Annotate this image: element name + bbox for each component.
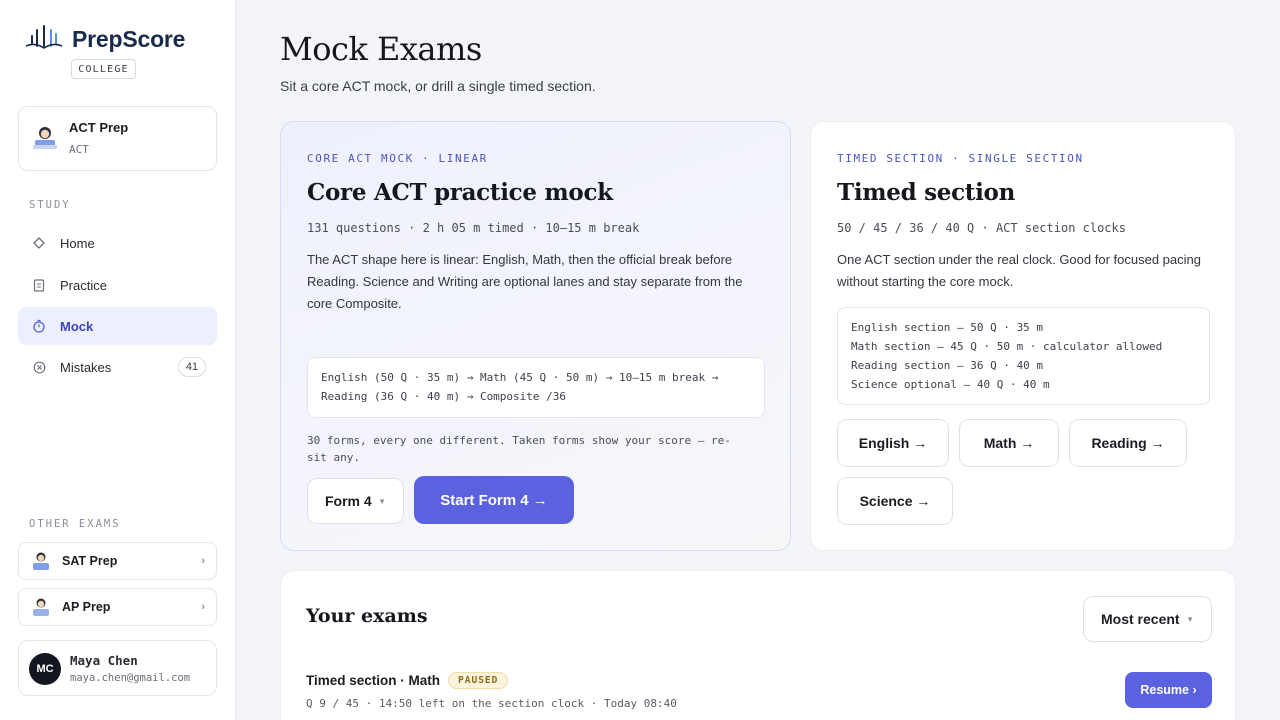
chevron-right-icon: › [201,555,205,567]
student-illustration-icon [33,598,49,616]
timed-section-title: Timed section [837,179,1016,206]
sidebar-item-practice[interactable]: Practice [18,266,217,304]
current-course-card[interactable]: ACT Prep ACT [18,106,217,171]
section-line: Math section — 45 Q · 50 m · calculator … [851,340,1163,353]
diamond-icon [32,236,46,250]
core-mock-eyebrow: CORE ACT MOCK · LINEAR [307,152,488,165]
brand-name: PrepScore [72,25,186,52]
mistakes-count-badge: 41 [178,357,206,377]
section-line: English section — 50 Q · 35 m [851,321,1044,334]
sidebar-item-home[interactable]: Home [18,224,217,262]
resume-button[interactable]: Resume › [1125,672,1212,708]
page-title: Mock Exams [280,30,482,68]
other-exams-section-label: OTHER EXAMS [29,518,121,530]
reading-section-button[interactable]: Reading → [1069,419,1187,467]
other-exam-label: SAT Prep [62,554,118,568]
student-illustration-icon [33,552,49,570]
chevron-down-icon: ▼ [378,496,386,506]
exam-row-meta: Q 9 / 45 · 14:50 left on the section clo… [306,697,677,710]
exam-row-name: Timed section · Math [306,673,441,688]
timed-section-meta: 50 / 45 / 36 / 40 Q · ACT section clocks [837,221,1126,235]
book-logo-icon [25,25,63,49]
x-circle-icon [32,360,46,374]
user-email: maya.chen@gmail.com [70,672,191,684]
stopwatch-icon [32,319,46,333]
english-section-button[interactable]: English → [837,419,949,467]
core-mock-description: The ACT shape here is linear: English, M… [307,252,743,311]
your-exams-card: Your exams Most recent ▼ Timed section ·… [280,570,1236,720]
course-subtitle: ACT [69,143,89,156]
user-name: Maya Chen [70,653,138,668]
user-profile-card[interactable]: MC Maya Chen maya.chen@gmail.com [18,640,217,696]
study-section-label: STUDY [29,199,71,211]
college-badge: COLLEGE [71,59,136,79]
math-section-button[interactable]: Math → [959,419,1059,467]
timed-section-list: English section — 50 Q · 35 m Math secti… [837,307,1210,405]
other-exam-ap-prep[interactable]: AP Prep › [18,588,217,626]
document-icon [32,278,46,292]
sort-select[interactable]: Most recent ▼ [1083,596,1212,642]
sidebar-item-label: Practice [60,277,107,293]
exam-row-title: Timed section · Math PAUSED [306,672,509,689]
other-exam-sat-prep[interactable]: SAT Prep › [18,542,217,580]
section-line: Reading section — 36 Q · 40 m [851,359,1044,372]
core-mock-card: CORE ACT MOCK · LINEAR Core ACT practice… [280,121,791,551]
sort-select-value: Most recent [1101,611,1180,627]
core-mock-meta: 131 questions · 2 h 05 m timed · 10–15 m… [307,221,640,235]
core-mock-flow: English (50 Q · 35 m) → Math (45 Q · 50 … [307,357,765,418]
flow-line: English (50 Q · 35 m) → Math (45 Q · 50 … [321,371,719,384]
status-badge: PAUSED [448,672,509,689]
sidebar-item-mock[interactable]: Mock [18,307,217,345]
course-title: ACT Prep [69,120,129,135]
form-select[interactable]: Form 4 ▼ [307,478,404,524]
student-illustration-icon [33,127,57,149]
sidebar: PrepScore COLLEGE ACT Prep ACT STUDY Hom… [0,0,236,720]
other-exam-label: AP Prep [62,600,111,614]
science-section-button[interactable]: Science → [837,477,953,525]
timed-section-eyebrow: TIMED SECTION · SINGLE SECTION [837,152,1084,165]
forms-note: 30 forms, every one different. Taken for… [307,434,731,464]
flow-line: Reading (36 Q · 40 m) → Composite /36 [321,390,567,403]
sidebar-item-label: Home [60,235,95,251]
section-line: Science optional — 40 Q · 40 m [851,378,1050,391]
start-form-button[interactable]: Start Form 4 → [414,476,574,524]
avatar: MC [29,653,61,685]
chevron-right-icon: › [201,601,205,613]
core-mock-title: Core ACT practice mock [307,179,613,206]
brand-logo[interactable]: PrepScore [24,24,185,54]
sidebar-item-mistakes[interactable]: Mistakes 41 [18,348,217,386]
timed-section-description: One ACT section under the real clock. Go… [837,252,1201,289]
sidebar-item-label: Mistakes [60,359,112,375]
timed-section-card: TIMED SECTION · SINGLE SECTION Timed sec… [810,121,1236,551]
page-subtitle: Sit a core ACT mock, or drill a single t… [280,78,596,94]
your-exams-title: Your exams [306,605,428,627]
chevron-down-icon: ▼ [1186,614,1194,624]
form-select-value: Form 4 [325,493,372,509]
sidebar-item-label: Mock [60,318,94,334]
